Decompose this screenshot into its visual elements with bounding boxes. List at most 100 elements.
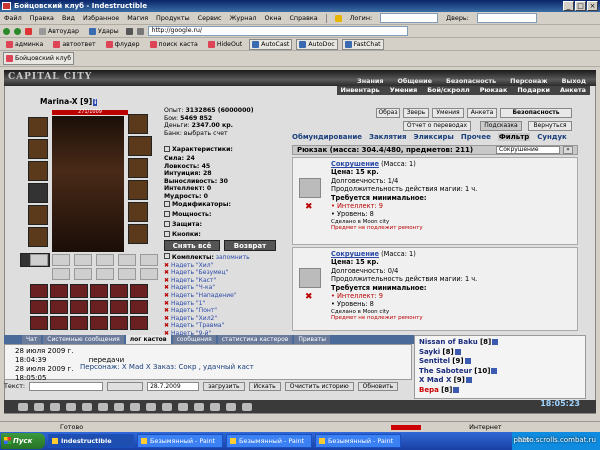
scroll-slot[interactable]: [110, 316, 128, 330]
link-fastchat[interactable]: FastChat: [341, 38, 384, 50]
subnav-inventory[interactable]: Инвентарь: [341, 86, 380, 95]
armor-slot[interactable]: [28, 183, 48, 203]
menu-favorites[interactable]: Избранное: [83, 14, 119, 22]
address-field[interactable]: http://google.ru/: [147, 26, 408, 36]
security-button[interactable]: Безопасность: [500, 108, 572, 118]
star-icon[interactable]: [334, 14, 342, 22]
tab-other[interactable]: Прочее: [461, 133, 491, 141]
scroll-slot[interactable]: [110, 284, 128, 298]
subnav-skills[interactable]: Умения: [390, 86, 417, 95]
back-icon[interactable]: [3, 27, 10, 35]
task-button[interactable]: Indestructible: [48, 434, 134, 448]
nav-security[interactable]: Безопасность: [446, 77, 496, 85]
amulet-slot[interactable]: [28, 139, 48, 159]
scroll-slot[interactable]: [50, 284, 68, 298]
rings-slot[interactable]: [128, 136, 152, 156]
info-icon[interactable]: [465, 377, 472, 384]
remember-link[interactable]: запомнить: [216, 254, 250, 261]
gloves-slot[interactable]: [128, 158, 148, 178]
task-button[interactable]: Безымянный - Paint: [137, 434, 223, 448]
clan-icon[interactable]: [178, 402, 188, 411]
player-row[interactable]: Sayki [8]: [419, 348, 581, 358]
profile-button[interactable]: Анкета: [467, 108, 497, 118]
friends-icon[interactable]: [226, 402, 236, 411]
delete-icon[interactable]: ✖: [164, 322, 169, 329]
chat-tab-chat[interactable]: Чат: [22, 335, 42, 344]
scroll-slot[interactable]: [90, 316, 108, 330]
door-select[interactable]: [476, 13, 537, 23]
set-item[interactable]: ✖ Надеть "Понт": [164, 307, 284, 315]
leggings-slot[interactable]: [128, 202, 148, 222]
set-item[interactable]: ✖ Надеть "1": [164, 300, 284, 308]
scroll-slot[interactable]: [70, 284, 88, 298]
clear-history-button[interactable]: Очистить историю: [284, 381, 354, 391]
delete-icon[interactable]: ✖: [164, 284, 169, 291]
link-cast-search[interactable]: поиск каста: [147, 39, 201, 50]
player-row[interactable]: The Saboteur [10]: [419, 367, 581, 377]
delete-icon[interactable]: ✖: [164, 262, 169, 269]
info-icon[interactable]: i: [93, 99, 98, 106]
date-input[interactable]: 28.7.2009: [147, 381, 200, 391]
delete-icon[interactable]: ✖: [164, 300, 169, 307]
link-flooder[interactable]: флудер: [103, 39, 143, 50]
link-autocast[interactable]: AutoCast: [249, 38, 293, 50]
scroll-slot[interactable]: [130, 284, 148, 298]
stats-section-header[interactable]: Характеристики:: [164, 146, 282, 153]
info-icon[interactable]: [492, 339, 499, 345]
rune-slot[interactable]: [96, 254, 114, 266]
subnav-backpack[interactable]: Рюкзак: [480, 86, 508, 95]
info-icon[interactable]: [491, 367, 498, 374]
scroll-slot[interactable]: [90, 284, 108, 298]
set-label[interactable]: Надеть "Нападение": [171, 292, 237, 299]
belt-slot[interactable]: [28, 205, 48, 225]
helmet-slot[interactable]: [28, 117, 48, 137]
volume-icon[interactable]: [82, 402, 92, 411]
set-label[interactable]: Надеть "Безумец": [171, 269, 228, 276]
emoji-icon[interactable]: [130, 402, 140, 411]
earrings-slot[interactable]: [128, 114, 148, 134]
image-button[interactable]: Образ: [376, 108, 400, 118]
rune-slot[interactable]: [118, 268, 136, 280]
stop-icon[interactable]: [25, 27, 32, 35]
remove-all-button[interactable]: Снять всё: [164, 240, 220, 251]
delete-icon[interactable]: ✖: [164, 277, 169, 284]
subnav-profile[interactable]: Анкета: [560, 86, 586, 95]
subnav-gifts[interactable]: Подарки: [517, 86, 550, 95]
link-autodoc[interactable]: AutoDoc: [296, 38, 338, 50]
player-row[interactable]: Nissan of Baku [8]: [419, 338, 581, 348]
maximize-icon[interactable]: □: [575, 1, 586, 11]
rune-slot[interactable]: [118, 254, 136, 266]
set-item[interactable]: ✖ Надеть "Каст": [164, 277, 284, 285]
set-item[interactable]: ✖ Надеть "Хил2": [164, 315, 284, 323]
mail-icon[interactable]: [210, 402, 220, 411]
menu-file[interactable]: Файл: [4, 14, 22, 22]
scroll-slot[interactable]: [50, 300, 68, 314]
translit-icon[interactable]: [98, 402, 108, 411]
close-icon[interactable]: ×: [587, 1, 598, 11]
item-name[interactable]: Сокрушение: [331, 160, 379, 168]
menu-help[interactable]: Справка: [289, 14, 317, 22]
load-button[interactable]: загрузить: [203, 381, 245, 391]
rune-slot[interactable]: [140, 254, 158, 266]
menu-view[interactable]: Вид: [62, 14, 75, 22]
delete-icon[interactable]: ✖: [164, 292, 169, 299]
task-button[interactable]: Безымянный - Paint: [315, 434, 401, 448]
forward-icon[interactable]: [14, 27, 21, 35]
nav-knowledge[interactable]: Знания: [357, 77, 383, 85]
menu-products[interactable]: Продукты: [156, 14, 190, 22]
weapon-slot[interactable]: [28, 161, 48, 181]
player-name[interactable]: The Saboteur: [419, 367, 472, 375]
tab-filter[interactable]: Фильтр: [497, 133, 531, 141]
scroll-slot[interactable]: [50, 316, 68, 330]
shield-slot[interactable]: [128, 180, 148, 200]
search-go-icon[interactable]: »: [563, 146, 573, 154]
player-name[interactable]: Sayki: [419, 348, 440, 356]
section-defense[interactable]: Защита:: [164, 221, 282, 228]
scroll-slot[interactable]: [110, 300, 128, 314]
delete-icon[interactable]: ✖: [164, 315, 169, 322]
map-icon[interactable]: [194, 402, 204, 411]
info-icon[interactable]: [454, 348, 461, 355]
menu-service[interactable]: Сервис: [198, 14, 222, 22]
set-label[interactable]: Надеть "Понт": [171, 307, 217, 314]
footwear-slot[interactable]: [128, 224, 148, 244]
